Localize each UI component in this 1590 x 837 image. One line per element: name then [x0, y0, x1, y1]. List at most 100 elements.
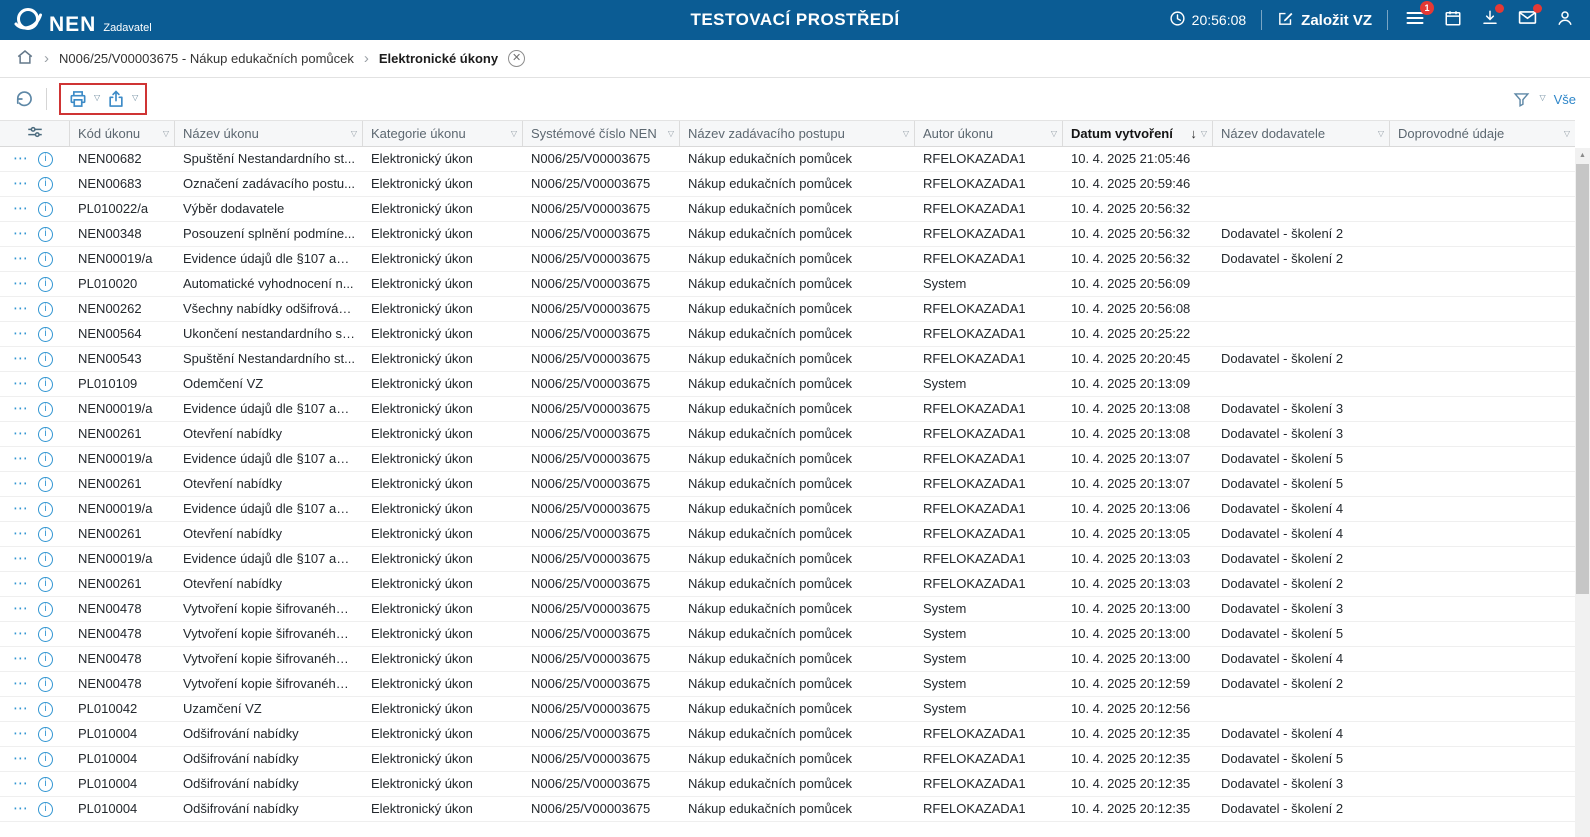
column-header[interactable]: Kód úkonu ↓ ▽ [70, 121, 175, 146]
row-menu-button[interactable]: ⋯ [13, 276, 29, 291]
row-menu-button[interactable]: ⋯ [13, 526, 29, 541]
menu-button[interactable]: 1 [1403, 0, 1434, 34]
row-menu-button[interactable]: ⋯ [13, 301, 29, 316]
column-filter-icon[interactable]: ▽ [1378, 129, 1384, 138]
table-row[interactable]: ⋯ i NEN00019/a Evidence údajů dle §107 a… [0, 547, 1575, 572]
table-row[interactable]: ⋯ i NEN00019/a Evidence údajů dle §107 a… [0, 397, 1575, 422]
row-menu-button[interactable]: ⋯ [13, 726, 29, 741]
row-menu-button[interactable]: ⋯ [13, 801, 29, 816]
column-header[interactable]: Kategorie úkonu ↓ ▽ [363, 121, 523, 146]
row-info-button[interactable]: i [38, 701, 53, 717]
row-info-button[interactable]: i [38, 151, 53, 167]
create-vz-button[interactable]: Založit VZ [1277, 10, 1372, 31]
table-row[interactable]: ⋯ i NEN00019/a Evidence údajů dle §107 a… [0, 497, 1575, 522]
row-info-button[interactable]: i [38, 351, 53, 367]
vertical-scrollbar[interactable]: ▲ [1575, 148, 1590, 837]
row-info-button[interactable]: i [38, 376, 53, 392]
row-menu-button[interactable]: ⋯ [13, 476, 29, 491]
table-row[interactable]: ⋯ i PL010004 Odšifrování nabídky Elektro… [0, 722, 1575, 747]
table-row[interactable]: ⋯ i NEN00478 Vytvoření kopie šifrovaného… [0, 672, 1575, 697]
row-info-button[interactable]: i [38, 651, 53, 667]
column-settings-button[interactable] [0, 121, 70, 146]
row-info-button[interactable]: i [38, 676, 53, 692]
home-button[interactable] [16, 48, 34, 69]
column-header[interactable]: Název úkonu ↓ ▽ [175, 121, 363, 146]
table-row[interactable]: ⋯ i PL010004 Odšifrování nabídky Elektro… [0, 772, 1575, 797]
row-menu-button[interactable]: ⋯ [13, 701, 29, 716]
table-row[interactable]: ⋯ i NEN00261 Otevření nabídky Elektronic… [0, 522, 1575, 547]
row-info-button[interactable]: i [38, 776, 53, 792]
row-menu-button[interactable]: ⋯ [13, 376, 29, 391]
table-row[interactable]: ⋯ i NEN00683 Označení zadávacího postu..… [0, 172, 1575, 197]
refresh-button[interactable] [14, 89, 34, 109]
filter-scope-dropdown[interactable]: ▽ [1539, 93, 1545, 102]
row-menu-button[interactable]: ⋯ [13, 576, 29, 591]
row-menu-button[interactable]: ⋯ [13, 201, 29, 216]
row-info-button[interactable]: i [38, 201, 53, 217]
column-header[interactable]: Datum vytvoření ↓ ▽ [1063, 121, 1213, 146]
row-info-button[interactable]: i [38, 501, 53, 517]
export-dropdown[interactable]: ▽ [132, 93, 138, 102]
column-filter-icon[interactable]: ▽ [903, 129, 909, 138]
column-header[interactable]: Název dodavatele ↓ ▽ [1213, 121, 1390, 146]
column-filter-icon[interactable]: ▽ [511, 129, 517, 138]
row-menu-button[interactable]: ⋯ [13, 251, 29, 266]
downloads-button[interactable] [1479, 3, 1504, 34]
print-dropdown[interactable]: ▽ [94, 93, 100, 102]
clear-filter-button[interactable] [1512, 90, 1531, 109]
column-header[interactable]: Doprovodné údaje ↓ ▽ [1390, 121, 1575, 146]
table-row[interactable]: ⋯ i NEN00543 Spuštění Nestandardního st.… [0, 347, 1575, 372]
calendar-button[interactable] [1442, 7, 1464, 34]
table-row[interactable]: ⋯ i PL010022/a Výběr dodavatele Elektron… [0, 197, 1575, 222]
table-row[interactable]: ⋯ i NEN00261 Otevření nabídky Elektronic… [0, 572, 1575, 597]
row-info-button[interactable]: i [38, 426, 53, 442]
table-row[interactable]: ⋯ i NEN00564 Ukončení nestandardního st.… [0, 322, 1575, 347]
column-filter-icon[interactable]: ▽ [1201, 129, 1207, 138]
row-menu-button[interactable]: ⋯ [13, 626, 29, 641]
row-info-button[interactable]: i [38, 576, 53, 592]
row-menu-button[interactable]: ⋯ [13, 751, 29, 766]
column-filter-icon[interactable]: ▽ [351, 129, 357, 138]
row-menu-button[interactable]: ⋯ [13, 401, 29, 416]
table-row[interactable]: ⋯ i NEN00019/a Evidence údajů dle §107 a… [0, 247, 1575, 272]
table-row[interactable]: ⋯ i NEN00478 Vytvoření kopie šifrovaného… [0, 622, 1575, 647]
row-menu-button[interactable]: ⋯ [13, 351, 29, 366]
table-row[interactable]: ⋯ i NEN00348 Posouzení splnění podmíne..… [0, 222, 1575, 247]
row-menu-button[interactable]: ⋯ [13, 151, 29, 166]
row-info-button[interactable]: i [38, 626, 53, 642]
row-info-button[interactable]: i [38, 226, 53, 242]
row-menu-button[interactable]: ⋯ [13, 326, 29, 341]
row-info-button[interactable]: i [38, 601, 53, 617]
table-row[interactable]: ⋯ i NEN00262 Všechny nabídky odšifrován.… [0, 297, 1575, 322]
row-info-button[interactable]: i [38, 451, 53, 467]
row-info-button[interactable]: i [38, 276, 53, 292]
column-header[interactable]: Název zadávacího postupu ↓ ▽ [680, 121, 915, 146]
table-row[interactable]: ⋯ i PL010020 Automatické vyhodnocení n..… [0, 272, 1575, 297]
row-menu-button[interactable]: ⋯ [13, 226, 29, 241]
column-filter-icon[interactable]: ▽ [1564, 129, 1570, 138]
row-menu-button[interactable]: ⋯ [13, 551, 29, 566]
column-filter-icon[interactable]: ▽ [1051, 129, 1057, 138]
row-menu-button[interactable]: ⋯ [13, 451, 29, 466]
row-menu-button[interactable]: ⋯ [13, 676, 29, 691]
table-row[interactable]: ⋯ i PL010109 Odemčení VZ Elektronický úk… [0, 372, 1575, 397]
row-info-button[interactable]: i [38, 401, 53, 417]
table-row[interactable]: ⋯ i NEN00682 Spuštění Nestandardního st.… [0, 147, 1575, 172]
row-info-button[interactable]: i [38, 326, 53, 342]
column-header[interactable]: Autor úkonu ↓ ▽ [915, 121, 1063, 146]
row-menu-button[interactable]: ⋯ [13, 776, 29, 791]
table-row[interactable]: ⋯ i NEN00019/a Evidence údajů dle §107 a… [0, 447, 1575, 472]
table-row[interactable]: ⋯ i NEN00261 Otevření nabídky Elektronic… [0, 472, 1575, 497]
print-button[interactable] [68, 89, 88, 109]
table-row[interactable]: ⋯ i NEN00478 Vytvoření kopie šifrovaného… [0, 647, 1575, 672]
row-info-button[interactable]: i [38, 551, 53, 567]
row-menu-button[interactable]: ⋯ [13, 601, 29, 616]
close-tab-button[interactable]: ✕ [508, 50, 526, 67]
scrollbar-up-arrow[interactable]: ▲ [1575, 148, 1590, 163]
table-row[interactable]: ⋯ i PL010004 Odšifrování nabídky Elektro… [0, 747, 1575, 772]
row-menu-button[interactable]: ⋯ [13, 176, 29, 191]
row-menu-button[interactable]: ⋯ [13, 426, 29, 441]
row-menu-button[interactable]: ⋯ [13, 651, 29, 666]
filter-scope-label[interactable]: Vše [1554, 92, 1576, 107]
profile-button[interactable] [1554, 7, 1576, 34]
